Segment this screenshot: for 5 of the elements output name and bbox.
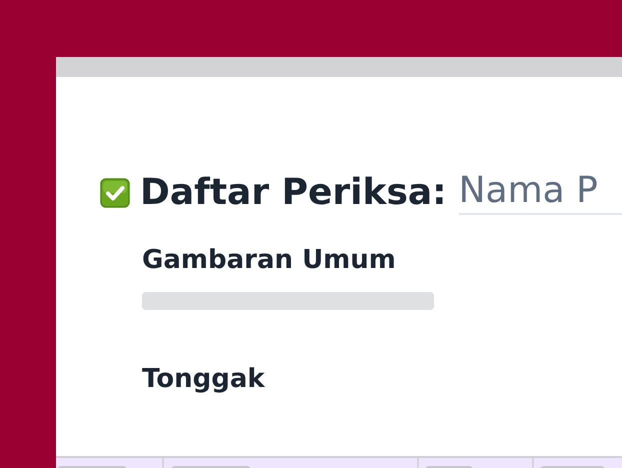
page-title: Daftar Periksa:	[140, 173, 447, 213]
check-icon	[100, 178, 130, 208]
section-heading: Tonggak	[142, 364, 266, 395]
name-field[interactable]: Nama P	[458, 171, 622, 215]
section-heading: Gambaran Umum	[142, 244, 397, 276]
